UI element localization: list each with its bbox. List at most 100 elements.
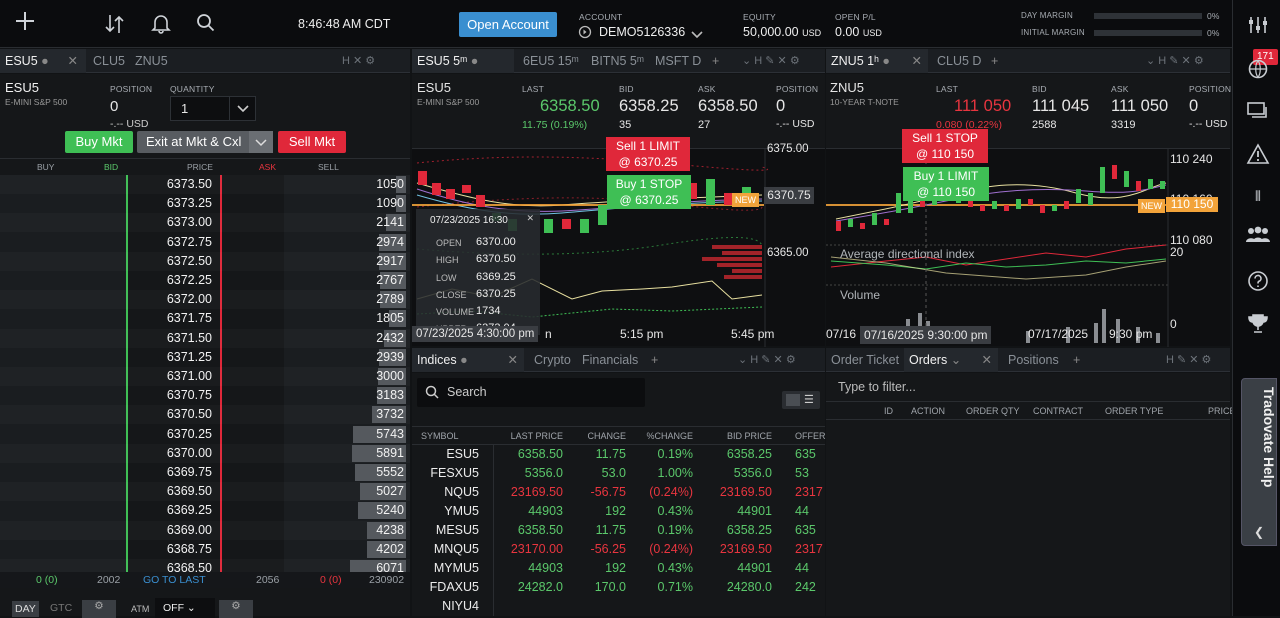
dom-price-row[interactable]: 6373.25 1090 xyxy=(0,194,410,213)
dom-price[interactable]: 6371.75 xyxy=(126,309,212,328)
dom-price-row[interactable]: 6370.50 3732 xyxy=(0,405,410,424)
account-select[interactable]: DEMO5126336 xyxy=(599,25,685,39)
dom-sell-qty[interactable]: 1050 xyxy=(376,175,404,194)
dom-price-row[interactable]: 6373.00 2141 xyxy=(0,213,410,232)
dom-sell-qty[interactable]: 4238 xyxy=(376,521,404,540)
tab-esu5-5m[interactable]: ESU5 5ᵐ ● xyxy=(412,49,514,73)
tab-order-ticket[interactable]: Order Ticket xyxy=(826,348,904,372)
dom-price[interactable]: 6369.25 xyxy=(126,501,212,520)
gtc-toggle[interactable]: GTC xyxy=(50,602,72,614)
table-row[interactable]: MNQU5 23170.00 -56.25 (0.24%) 23169.50 2317 xyxy=(412,540,825,559)
dom-sell-qty[interactable]: 2917 xyxy=(376,252,404,271)
day-toggle[interactable]: DAY xyxy=(12,601,39,617)
add-tab-icon[interactable]: + xyxy=(986,49,1003,73)
orders-panel-controls[interactable]: H ✎ ✕ ⚙ xyxy=(1166,348,1211,372)
th-offer[interactable]: OFFER xyxy=(795,427,826,445)
dom-sell-qty[interactable]: 1805 xyxy=(376,309,404,328)
tab-crypto[interactable]: Crypto xyxy=(529,348,576,372)
dom-price-row[interactable]: 6371.75 1805 xyxy=(0,309,410,328)
th-contract[interactable]: CONTRACT xyxy=(1033,402,1083,420)
th-last-price[interactable]: LAST PRICE xyxy=(508,427,563,445)
dom-price[interactable]: 6369.75 xyxy=(126,463,212,482)
sell-market-button[interactable]: Sell Mkt xyxy=(278,131,346,153)
dom-price[interactable]: 6370.75 xyxy=(126,386,212,405)
warning-icon[interactable] xyxy=(1244,143,1272,167)
chart2-panel-controls[interactable]: ⌄ H ✎ ✕ ⚙ xyxy=(1146,49,1204,73)
tab-6eu5-15m[interactable]: 6EU5 15ᵐ xyxy=(518,49,584,73)
tab-msft-d[interactable]: MSFT D xyxy=(650,49,706,73)
dom-sell-qty[interactable]: 2141 xyxy=(376,213,404,232)
tab-positions[interactable]: Positions xyxy=(1003,348,1064,372)
dom-price[interactable]: 6368.75 xyxy=(126,540,212,559)
settings-sliders-icon[interactable] xyxy=(1244,14,1272,38)
columns-icon[interactable]: ⦀ xyxy=(1244,188,1272,212)
dom-sell-qty[interactable]: 3732 xyxy=(376,405,404,424)
dom-price-row[interactable]: 6369.50 5027 xyxy=(0,482,410,501)
search-icon[interactable] xyxy=(196,13,216,33)
chat-icon[interactable] xyxy=(1244,100,1272,124)
price-chart-esu5[interactable]: 6375.00 6365.00 6370.75 NEW Sell 1 LIMIT… xyxy=(412,137,825,347)
gear-icon[interactable]: ⚙ xyxy=(219,600,253,618)
dom-sell-qty[interactable]: 1090 xyxy=(376,194,404,213)
indices-panel-controls[interactable]: ⌄ H ✎ ✕ ⚙ xyxy=(738,348,796,372)
dom-price-row[interactable]: 6368.75 4202 xyxy=(0,540,410,559)
table-row[interactable]: NIYU4 xyxy=(412,597,825,616)
tab-indices[interactable]: Indices ● ✕ xyxy=(412,348,524,372)
dom-price-row[interactable]: 6371.50 2432 xyxy=(0,329,410,348)
tab-financials[interactable]: Financials xyxy=(577,348,643,372)
buy-market-button[interactable]: Buy Mkt xyxy=(65,131,133,153)
table-row[interactable]: NQU5 23169.50 -56.75 (0.24%) 23169.50 2317 xyxy=(412,483,825,502)
dom-sell-qty[interactable]: 3183 xyxy=(376,386,404,405)
tab-clu5-d[interactable]: CLU5 D xyxy=(932,49,986,73)
tradovate-help-button[interactable]: Tradovate Help ❮ xyxy=(1241,378,1277,546)
th-action[interactable]: ACTION xyxy=(911,402,945,420)
dom-sell-qty[interactable]: 2974 xyxy=(376,233,404,252)
dom-price-row[interactable]: 6369.00 4238 xyxy=(0,521,410,540)
dom-sell-qty[interactable]: 5027 xyxy=(376,482,404,501)
tab-znu5-1h[interactable]: ZNU5 1ʰ ● ✕ xyxy=(826,49,928,73)
sell-limit-order-label[interactable]: Sell 1 LIMIT @ 6370.25 xyxy=(606,137,690,171)
buy-limit-order-label[interactable]: Buy 1 LIMIT @ 110 150 xyxy=(903,167,989,201)
dom-price[interactable]: 6371.25 xyxy=(126,348,212,367)
dom-sell-qty[interactable]: 2432 xyxy=(376,329,404,348)
th-change[interactable]: CHANGE xyxy=(582,427,626,445)
add-tab-icon[interactable]: + xyxy=(707,49,724,73)
dom-price[interactable]: 6369.00 xyxy=(126,521,212,540)
dom-sell-qty[interactable]: 2789 xyxy=(376,290,404,309)
dom-price-row[interactable]: 6372.00 2789 xyxy=(0,290,410,309)
chart1-panel-controls[interactable]: ⌄ H ✎ ✕ ⚙ xyxy=(742,49,800,73)
dom-ladder[interactable]: 6373.50 1050 6373.25 1090 6373.00 2141 6372.75… xyxy=(0,175,410,577)
go-to-last-button[interactable]: GO TO LAST xyxy=(143,572,206,588)
th-bid-price[interactable]: BID PRICE xyxy=(722,427,772,445)
dom-price[interactable]: 6372.50 xyxy=(126,252,212,271)
dom-sell-qty[interactable]: 4202 xyxy=(376,540,404,559)
dom-panel-controls[interactable]: H ✕ ⚙ xyxy=(342,49,375,73)
dom-price[interactable]: 6373.00 xyxy=(126,213,212,232)
search-input[interactable]: Search xyxy=(417,378,645,407)
dom-sell-qty[interactable]: 2767 xyxy=(376,271,404,290)
th-symbol[interactable]: SYMBOL xyxy=(421,427,459,445)
help-icon[interactable] xyxy=(1244,270,1272,294)
price-chart-znu5[interactable]: 110 240 110 160 110 080 110 150 NEW 20 A… xyxy=(826,129,1230,347)
view-toggle[interactable]: ☰ xyxy=(782,391,820,409)
community-icon[interactable] xyxy=(1244,224,1272,248)
tab-clu5[interactable]: CLU5 xyxy=(88,49,130,73)
dom-price[interactable]: 6369.50 xyxy=(126,482,212,501)
table-row[interactable]: ESU5 6358.50 11.75 0.19% 6358.25 635 xyxy=(412,445,825,464)
chevron-down-icon[interactable] xyxy=(691,27,703,39)
add-tab-icon[interactable]: + xyxy=(646,348,663,372)
th-order-qty[interactable]: ORDER QTY xyxy=(966,402,1020,420)
dom-price[interactable]: 6372.25 xyxy=(126,271,212,290)
table-row[interactable]: FESXU5 5356.0 53.0 1.00% 5356.0 53 xyxy=(412,464,825,483)
dom-price-row[interactable]: 6372.50 2917 xyxy=(0,252,410,271)
dom-price-row[interactable]: 6372.75 2974 xyxy=(0,233,410,252)
add-icon[interactable] xyxy=(14,10,36,32)
dom-sell-qty[interactable]: 5891 xyxy=(376,444,404,463)
dom-price[interactable]: 6371.50 xyxy=(126,329,212,348)
dom-sell-qty[interactable]: 5743 xyxy=(376,425,404,444)
th-pct-change[interactable]: %CHANGE xyxy=(642,427,693,445)
quantity-input[interactable]: 1 xyxy=(170,96,256,121)
globe-icon[interactable] xyxy=(1244,58,1272,82)
dom-price-row[interactable]: 6370.25 5743 xyxy=(0,425,410,444)
table-row[interactable]: FDAXU5 24282.0 170.0 0.71% 24280.0 242 xyxy=(412,578,825,597)
